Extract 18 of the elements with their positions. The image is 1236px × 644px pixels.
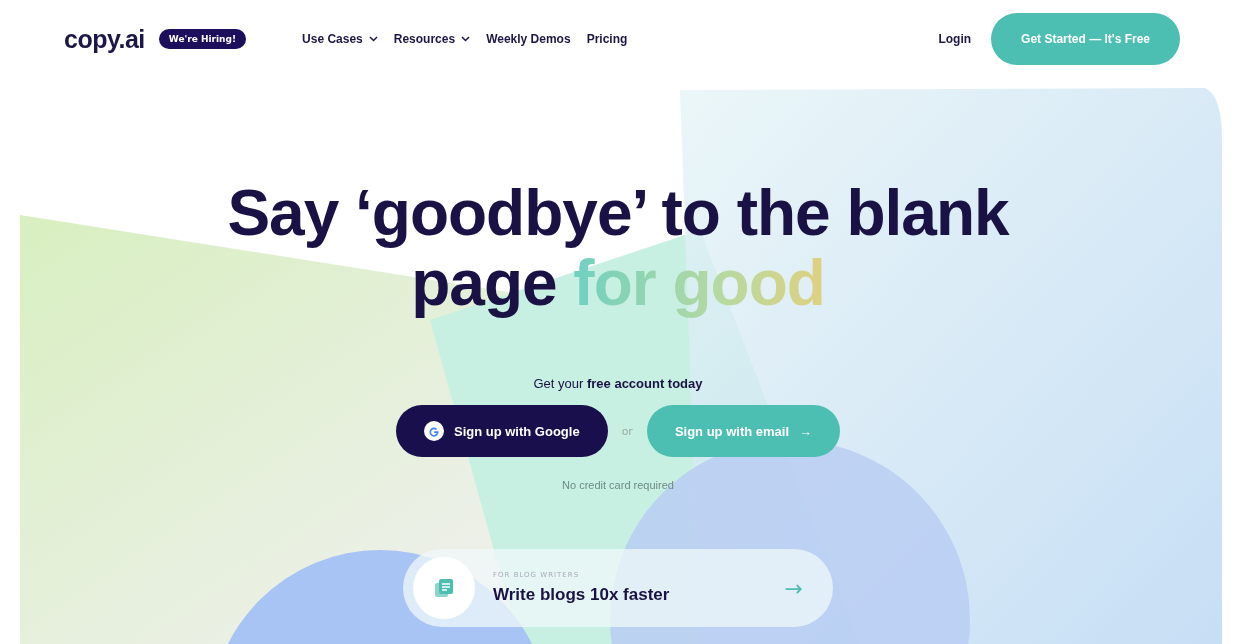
no-credit-card-note: No credit card required bbox=[562, 479, 674, 491]
google-icon bbox=[423, 421, 444, 441]
nav-link[interactable]: Weekly Demos bbox=[486, 32, 571, 46]
headline: Say ‘goodbye’ to the blank page for good bbox=[226, 178, 1011, 318]
chevron-down-icon bbox=[461, 36, 471, 42]
chevron-down-icon bbox=[368, 36, 378, 42]
card-title: Write blogs 10x faster bbox=[493, 585, 671, 605]
hiring-badge[interactable]: We're Hiring! bbox=[158, 29, 247, 49]
subtitle: Get your free account today bbox=[533, 376, 703, 391]
document-icon bbox=[413, 557, 475, 619]
google-signup-button[interactable]: Sign up with Google bbox=[395, 405, 608, 457]
arrow-icon: → bbox=[784, 575, 803, 601]
nav-link[interactable]: Use Cases bbox=[302, 32, 378, 46]
nav-link[interactable]: Resources bbox=[393, 32, 471, 46]
logo[interactable]: copy.ai bbox=[64, 24, 145, 54]
or-separator: or bbox=[621, 424, 633, 438]
login-link[interactable]: Login bbox=[938, 32, 972, 46]
nav-link[interactable]: Pricing bbox=[586, 32, 628, 46]
